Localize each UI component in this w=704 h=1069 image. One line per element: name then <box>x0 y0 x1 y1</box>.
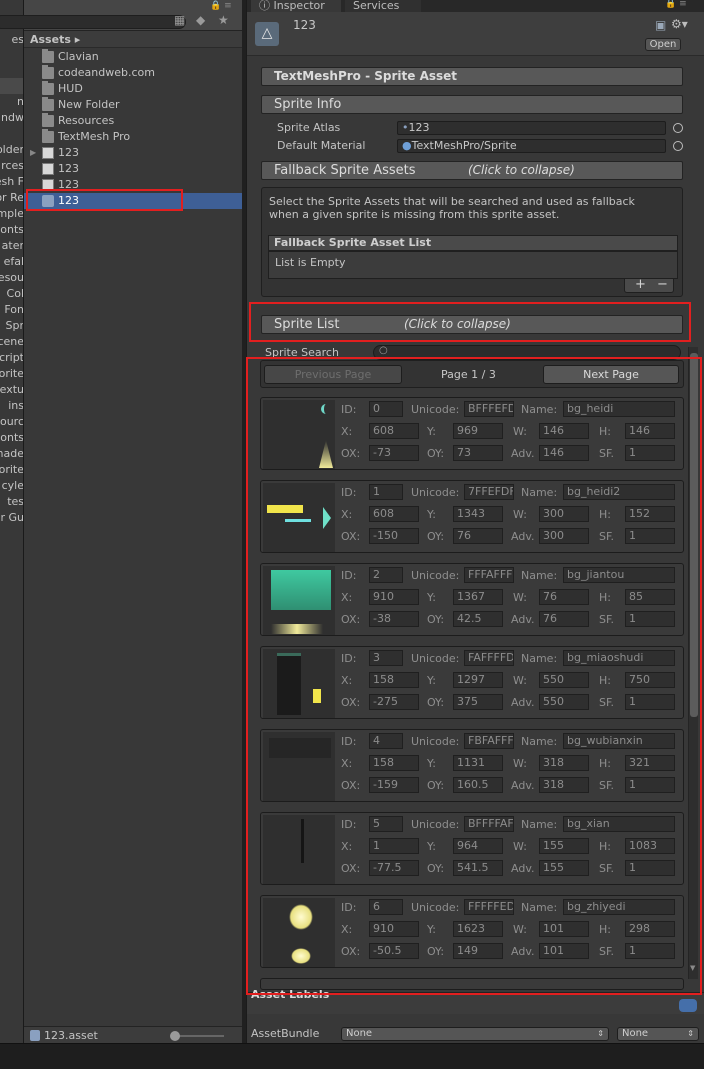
hierarchy-row[interactable]: onts <box>0 431 23 447</box>
list-footer: + − <box>624 277 674 293</box>
default-material-label: Default Material <box>277 139 366 152</box>
open-button[interactable]: Open <box>645 38 681 51</box>
assetbundle-bar: AssetBundle None ⇕ None ⇕ <box>247 1018 704 1043</box>
assetbundle-label: AssetBundle <box>251 1027 320 1040</box>
inspector-header: △ 123 ▣ ⚙▾ Open <box>247 12 704 56</box>
dropdown-arrows-icon: ⇕ <box>687 1029 694 1038</box>
assetbundle-variant-dropdown[interactable]: None ⇕ <box>617 1027 699 1041</box>
folder-icon <box>42 113 54 127</box>
highlight-annotation <box>26 189 183 211</box>
favorite-star-icon[interactable]: ★ <box>218 13 234 29</box>
folder-icon <box>42 65 54 79</box>
breadcrumb[interactable]: Assets ▸ <box>24 31 242 48</box>
hierarchy-row[interactable]: efal <box>0 255 23 271</box>
page-title: 123 <box>293 18 316 32</box>
tab-inspector[interactable]: ⓘ Inspector <box>251 0 341 12</box>
list-item[interactable]: TextMesh Pro <box>24 129 242 145</box>
assetbundle-dropdown[interactable]: None ⇕ <box>341 1027 609 1041</box>
hierarchy-row[interactable]: Spr <box>0 319 24 335</box>
hierarchy-row[interactable]: es <box>0 33 24 49</box>
hierarchy-row[interactable]: cene <box>0 335 23 351</box>
document-file-icon <box>42 163 54 175</box>
tab-bar: ⓘ Inspector Services 🔒 ≡ <box>247 0 704 12</box>
hierarchy-row[interactable]: esh F <box>0 175 23 191</box>
material-icon: ● <box>402 139 412 152</box>
fallback-section: Select the Sprite Assets that will be se… <box>261 187 683 297</box>
info-icon: ⓘ <box>259 0 274 12</box>
hierarchy-row[interactable]: esou <box>0 271 23 287</box>
folder-icon <box>42 97 54 111</box>
project-search-input[interactable] <box>0 15 186 29</box>
sprite-atlas-field[interactable]: •123 <box>397 121 666 135</box>
hierarchy-row[interactable]: Col <box>0 287 23 303</box>
list-item[interactable]: Resources <box>24 113 242 129</box>
project-toolbar: ▦ ◆ ★ 🔒 ≡ <box>0 0 242 31</box>
expand-arrow-icon[interactable]: ▶ <box>30 145 36 161</box>
hierarchy-row[interactable]: extu <box>0 383 23 399</box>
tab-services[interactable]: Services <box>345 0 421 12</box>
lock-icon[interactable]: 🔒 ≡ <box>210 1 232 11</box>
hierarchy-row[interactable]: or Re <box>0 191 23 207</box>
object-picker-icon[interactable] <box>673 123 683 133</box>
list-item[interactable]: New Folder <box>24 97 242 113</box>
list-item[interactable]: HUD <box>24 81 242 97</box>
sprite-asset-header: TextMeshPro - Sprite Asset <box>261 67 683 86</box>
texture-file-icon <box>42 147 54 159</box>
sprite-atlas-label: Sprite Atlas <box>277 121 341 134</box>
fallback-assets-header[interactable]: Fallback Sprite Assets (Click to collaps… <box>261 161 683 180</box>
status-bar <box>0 1043 704 1069</box>
default-material-field[interactable]: ●TextMeshPro/Sprite <box>397 139 666 153</box>
hierarchy-row[interactable]: rces <box>0 159 23 175</box>
tag-icon[interactable] <box>679 999 697 1012</box>
hierarchy-row[interactable]: older <box>0 143 23 159</box>
hierarchy-row[interactable]: ins <box>0 399 23 415</box>
sprite-asset-icon <box>30 1030 40 1041</box>
hierarchy-row[interactable]: Fon <box>0 303 23 319</box>
gear-icon[interactable]: ⚙▾ <box>671 17 688 31</box>
hierarchy-row[interactable]: tes <box>0 495 23 511</box>
project-footer: 123.asset <box>24 1026 242 1043</box>
hierarchy-row[interactable]: ourc <box>0 415 23 431</box>
folder-icon <box>42 81 54 95</box>
list-item[interactable]: ▶ 123 <box>24 145 242 161</box>
add-button[interactable]: + <box>635 277 646 292</box>
search-icon: ○ <box>379 345 388 356</box>
unity-asset-icon: △ <box>255 22 279 46</box>
highlight-annotation <box>246 357 702 995</box>
hierarchy-row[interactable]: nade <box>0 447 23 463</box>
list-item[interactable]: Clavian <box>24 49 242 65</box>
hierarchy-row[interactable]: cript <box>0 351 23 367</box>
folder-icon <box>42 129 54 143</box>
hierarchy-row[interactable]: orite <box>0 463 23 479</box>
hierarchy-row[interactable]: ater <box>0 239 23 255</box>
hierarchy-row[interactable]: mple <box>0 207 23 223</box>
help-book-icon[interactable]: ▣ <box>655 18 666 32</box>
lock-icon[interactable]: 🔒 ≡ <box>665 0 687 9</box>
fallback-list-empty: List is Empty <box>268 251 678 279</box>
hierarchy-row[interactable]: r Gu <box>0 511 23 527</box>
filter-by-label-icon[interactable]: ◆ <box>196 13 212 29</box>
folder-icon <box>42 49 54 63</box>
filter-by-type-icon[interactable]: ▦ <box>174 13 190 29</box>
fallback-description: Select the Sprite Assets that will be se… <box>269 195 635 221</box>
fallback-list-header: Fallback Sprite Asset List <box>268 235 678 251</box>
hierarchy-row[interactable]: cyle <box>0 479 23 495</box>
object-picker-icon[interactable] <box>673 141 683 151</box>
list-item[interactable]: 123 <box>24 161 242 177</box>
sprite-info-header[interactable]: Sprite Info <box>261 95 683 114</box>
dropdown-arrows-icon: ⇕ <box>597 1029 604 1038</box>
asset-labels-bar: Asset Labels <box>247 988 704 1014</box>
hierarchy-row[interactable]: n <box>0 95 23 111</box>
project-panel: ▦ ◆ ★ 🔒 ≡ Assets ▸ Clavian codeandweb.co… <box>0 0 242 1043</box>
remove-button[interactable]: − <box>657 277 668 292</box>
hierarchy-row[interactable]: orite <box>0 367 23 383</box>
hierarchy-row[interactable] <box>0 78 23 94</box>
hierarchy-row[interactable]: onts <box>0 223 23 239</box>
hierarchy-panel-cut: es n ndw older rces esh F or Re mple ont… <box>0 0 24 1043</box>
list-item[interactable]: codeandweb.com <box>24 65 242 81</box>
icon-size-slider[interactable] <box>170 1031 224 1041</box>
highlight-annotation <box>249 302 691 342</box>
hierarchy-row[interactable]: ndw <box>0 111 23 127</box>
